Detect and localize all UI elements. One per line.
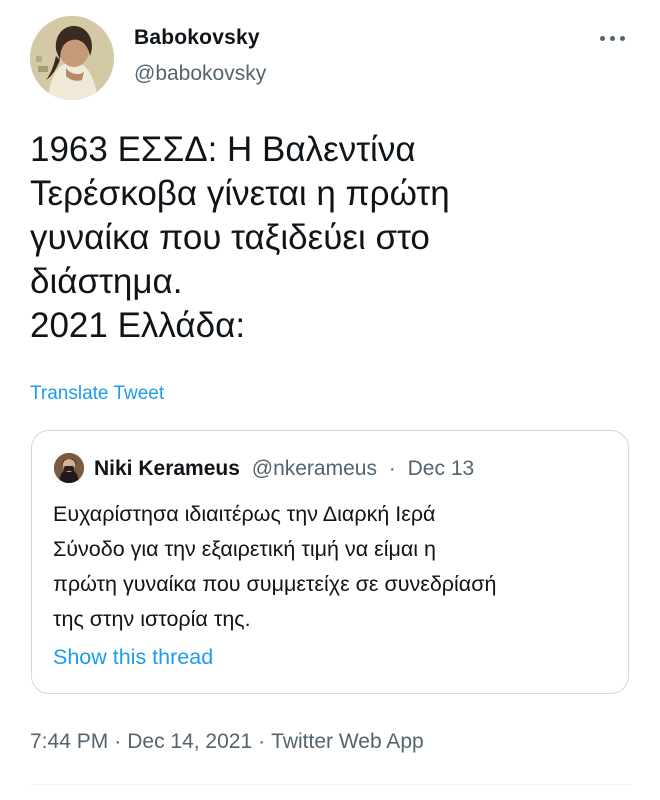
quoted-author-handle[interactable]: @nkerameus (252, 457, 377, 480)
quoted-text-line: της στην ιστορία της. (53, 607, 251, 631)
tweet-text-line: διάστημα. (30, 262, 183, 301)
quoted-text-line: πρώτη γυναίκα που συμμετείχε σε συνεδρία… (53, 572, 497, 596)
quoted-profile-photo-icon (54, 453, 84, 483)
tweet-text: 1963 ΕΣΣΔ: Η Βαλεντίνα Τερέσκοβα γίνεται… (30, 128, 640, 348)
tweet-metadata: 7:44 PM · Dec 14, 2021 · Twitter Web App (30, 730, 424, 754)
tweet: Babokovsky @babokovsky 1963 ΕΣΣΔ: Η Βαλε… (0, 0, 660, 800)
tweet-text-line: γυναίκα που ταξιδεύει στο (30, 218, 430, 257)
quoted-tweet-text: Ευχαρίστησα ιδιαιτέρως την Διαρκή Ιερά Σ… (53, 497, 623, 637)
more-options-button[interactable] (594, 26, 634, 50)
quoted-tweet-card[interactable]: Niki Kerameus @nkerameus · Dec 13 Ευχαρί… (31, 430, 629, 694)
quoted-tweet-date[interactable]: Dec 13 (408, 457, 475, 480)
quoted-author-name[interactable]: Niki Kerameus (94, 457, 240, 480)
quoted-text-line: Ευχαρίστησα ιδιαιτέρως την Διαρκή Ιερά (53, 502, 436, 526)
translate-tweet-link[interactable]: Translate Tweet (30, 383, 164, 405)
tweet-time[interactable]: 7:44 PM (30, 730, 108, 753)
meta-separator: · (114, 730, 122, 753)
tweet-date[interactable]: Dec 14, 2021 (127, 730, 252, 753)
quoted-author-avatar[interactable] (54, 453, 84, 483)
tweet-text-line: Τερέσκοβα γίνεται η πρώτη (30, 174, 450, 213)
author-avatar[interactable] (30, 16, 114, 100)
meta-separator: · (258, 730, 266, 753)
profile-photo-icon (30, 16, 114, 100)
show-thread-link[interactable]: Show this thread (53, 645, 213, 670)
more-options-icon (600, 35, 625, 41)
quoted-header-separator: · (388, 457, 396, 480)
tweet-text-line: 1963 ΕΣΣΔ: Η Βαλεντίνα (30, 130, 416, 169)
tweet-text-line: 2021 Ελλάδα: (30, 306, 246, 345)
divider (30, 784, 632, 785)
quoted-tweet-header: Niki Kerameus @nkerameus · Dec 13 (94, 457, 474, 481)
tweet-source[interactable]: Twitter Web App (271, 730, 424, 753)
author-handle[interactable]: @babokovsky (134, 62, 266, 86)
author-display-name[interactable]: Babokovsky (134, 26, 260, 50)
quoted-text-line: Σύνοδο για την εξαιρετική τιμή να είμαι … (53, 537, 436, 561)
